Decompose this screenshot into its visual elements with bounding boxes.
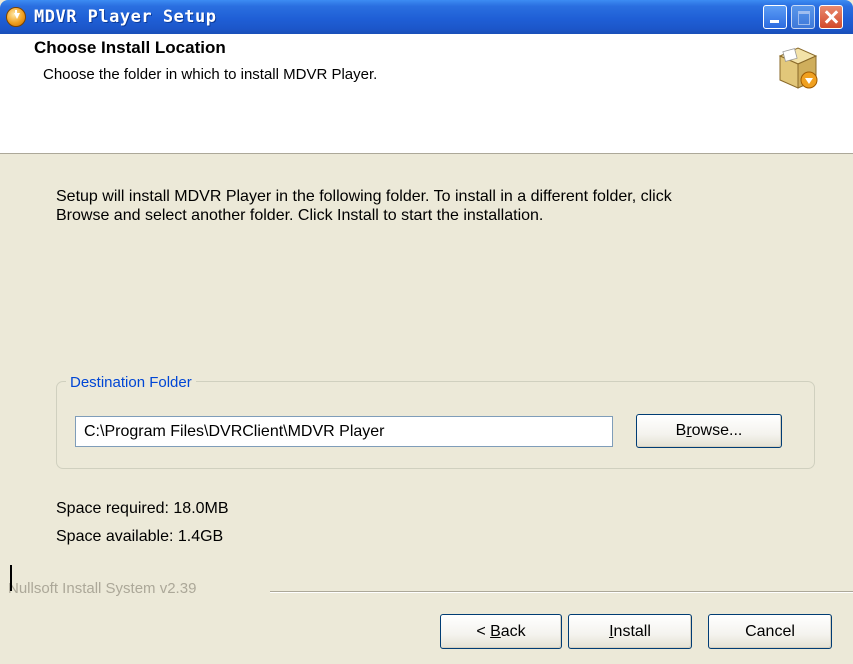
browse-label-prefix: B — [675, 422, 687, 439]
installer-app-icon[interactable] — [6, 7, 26, 27]
close-button[interactable] — [819, 5, 843, 29]
installer-box-icon — [778, 47, 818, 89]
title-bar[interactable]: MDVR Player Setup — [0, 0, 853, 34]
destination-path-input[interactable] — [75, 416, 613, 447]
window-title: MDVR Player Setup — [34, 7, 217, 27]
back-label-prefix: < — [476, 623, 491, 640]
browse-label-suffix: owse... — [691, 422, 743, 439]
page-subtitle: Choose the folder in which to install MD… — [43, 66, 378, 83]
cancel-label: Cancel — [745, 623, 795, 640]
space-required: Space required: 18.0MB — [56, 500, 229, 517]
cancel-button[interactable]: Cancel — [708, 614, 832, 649]
space-available: Space available: 1.4GB — [56, 528, 224, 545]
back-label-accel: B — [490, 623, 501, 640]
back-button[interactable]: < Back — [440, 614, 562, 649]
description-line-2: Browse and select another folder. Click … — [56, 207, 544, 224]
browse-button[interactable]: Browse... — [636, 414, 782, 448]
back-label-suffix: ack — [500, 623, 526, 640]
minimize-button[interactable] — [763, 5, 787, 29]
setup-window: MDVR Player Setup Choose Install Locatio… — [0, 0, 853, 664]
install-button[interactable]: Install — [568, 614, 692, 649]
destination-folder-legend: Destination Folder — [66, 374, 196, 391]
nsis-branding: Nullsoft Install System v2.39 — [8, 580, 197, 597]
footer-divider — [270, 591, 853, 593]
description-line-1: Setup will install MDVR Player in the fo… — [56, 188, 672, 205]
page-title: Choose Install Location — [34, 38, 226, 57]
install-label-suffix: nstall — [613, 623, 651, 640]
maximize-button — [791, 5, 815, 29]
window-edge-mark — [10, 565, 12, 591]
